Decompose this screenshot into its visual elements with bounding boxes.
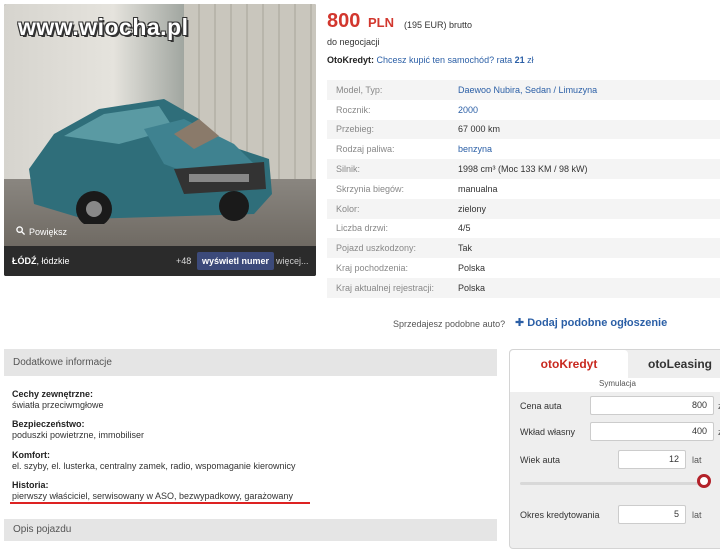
loan-term-input[interactable]: 5 [618, 505, 686, 524]
car-photo-gallery[interactable]: www.wiocha.pl Powiększ ŁÓDŹ, łódzkie +48… [4, 4, 316, 276]
car-price-input[interactable]: 800 [590, 396, 714, 415]
param-label: Pojazd uszkodzony: [336, 243, 417, 254]
param-value: Tak [458, 243, 473, 254]
more-link[interactable]: więcej... [276, 256, 309, 266]
feature-value: światła przeciwmgłowe [12, 400, 104, 410]
feature-value: poduszki powietrzne, immobiliser [12, 430, 145, 440]
own-contribution-input[interactable]: 400 [590, 422, 714, 441]
feature-title: Historia: [12, 480, 49, 490]
feature-title: Cechy zewnętrzne: [12, 389, 94, 399]
feature-title: Bezpieczeństwo: [12, 419, 85, 429]
otokredyt-line: OtoKredyt: Chcesz kupić ten samochód? ra… [327, 55, 534, 65]
finance-calculator: otoKredyt otoLeasing Symulacja Cena auta… [509, 349, 720, 549]
param-row: Kraj pochodzenia: Polska [327, 258, 720, 278]
location: ŁÓDŹ, łódzkie [12, 256, 70, 266]
tab-otokredyt[interactable]: otoKredyt [510, 350, 628, 378]
param-value: 4/5 [458, 223, 471, 234]
param-value: 1998 cm³ (Moc 133 KM / 98 kW) [458, 164, 588, 175]
param-label: Przebieg: [336, 124, 375, 135]
zoom-button[interactable]: Powiększ [16, 226, 67, 237]
phone-prefix: +48 [176, 256, 192, 266]
param-label: Model, Typ: [336, 84, 383, 95]
param-value: zielony [458, 203, 487, 214]
param-value: Polska [458, 282, 486, 293]
param-row: Przebieg: 67 000 km [327, 119, 720, 140]
param-value[interactable]: Daewoo Nubira, Sedan / Limuzyna [458, 85, 597, 95]
car-age-input[interactable]: 12 [618, 450, 686, 469]
param-label: Kolor: [336, 203, 360, 214]
car-age-label: Wiek auta [520, 455, 561, 465]
car-price-label: Cena auta [520, 401, 562, 411]
loan-term-unit: lat [692, 510, 702, 520]
sell-similar-text: Sprzedajesz podobne auto? [393, 319, 506, 329]
description-heading: Opis pojazdu [4, 519, 497, 541]
param-row: Kraj aktualnej rejestracji: Polska [327, 277, 720, 298]
damaged-car-image [29, 99, 272, 224]
param-value[interactable]: 2000 [458, 105, 478, 115]
param-value[interactable]: benzyna [458, 144, 492, 154]
car-age-slider-handle[interactable] [697, 474, 712, 488]
price-amount: 800 [327, 10, 361, 32]
param-row: Skrzynia biegów: manualna [327, 179, 720, 199]
param-label: Skrzynia biegów: [336, 183, 405, 194]
param-value: manualna [458, 183, 498, 194]
price-eur: (195 EUR) brutto [404, 20, 473, 30]
parameters-table: Model, Typ: Daewoo Nubira, Sedan / Limuzy… [327, 80, 720, 298]
param-row: Pojazd uszkodzony: Tak [327, 238, 720, 259]
param-label: Rocznik: [336, 104, 371, 115]
car-age-slider[interactable] [520, 482, 710, 485]
watermark-logo: www.wiocha.pl [18, 14, 189, 40]
car-age-unit: lat [692, 455, 702, 465]
param-label: Rodzaj paliwa: [336, 144, 395, 155]
tab-otoleasing[interactable]: otoLeasing [630, 350, 720, 378]
param-row: Liczba drzwi: 4/5 [327, 219, 720, 239]
simulation-label: Symulacja [510, 378, 720, 392]
add-similar-link[interactable]: ✚ Dodaj podobne ogłoszenie [515, 316, 667, 329]
param-row: Rodzaj paliwa: benzyna [327, 139, 720, 159]
param-label: Kraj pochodzenia: [336, 263, 409, 274]
param-label: Silnik: [336, 164, 361, 175]
param-row: Model, Typ: Daewoo Nubira, Sedan / Limuzy… [327, 80, 720, 100]
zoom-label: Powiększ [29, 226, 68, 237]
param-label: Kraj aktualnej rejestracji: [336, 282, 435, 293]
plus-icon: ✚ [515, 317, 525, 329]
feature-value: pierwszy właściciel, serwisowany w ASO, … [12, 491, 293, 501]
param-value: 67 000 km [458, 124, 501, 135]
feature-value: el. szyby, el. lusterka, centralny zamek… [12, 461, 296, 471]
show-number-button[interactable]: wyświetl numer [197, 252, 275, 270]
loan-term-label: Okres kredytowania [520, 510, 600, 520]
price-currency: PLN [368, 15, 394, 30]
own-contribution-label: Wkład własny [520, 427, 576, 437]
otokredyt-link[interactable]: Chcesz kupić ten samochód? rata 21 zł [377, 55, 534, 65]
feature-title: Komfort: [12, 450, 50, 460]
param-row: Kolor: zielony [327, 198, 720, 219]
negotiable-label: do negocjacji [327, 37, 380, 47]
magnifier-icon [16, 226, 26, 237]
extra-info-heading: Dodatkowe informacje [4, 349, 497, 376]
otokredyt-label: OtoKredyt: [327, 55, 374, 65]
history-underline [10, 502, 310, 504]
param-label: Liczba drzwi: [336, 223, 389, 234]
seller-bar: ŁÓDŹ, łódzkie +48 wyświetl numer więcej.… [4, 246, 316, 276]
param-row: Silnik: 1998 cm³ (Moc 133 KM / 98 kW) [327, 159, 720, 179]
param-value: Polska [458, 263, 486, 274]
param-row: Rocznik: 2000 [327, 100, 720, 120]
